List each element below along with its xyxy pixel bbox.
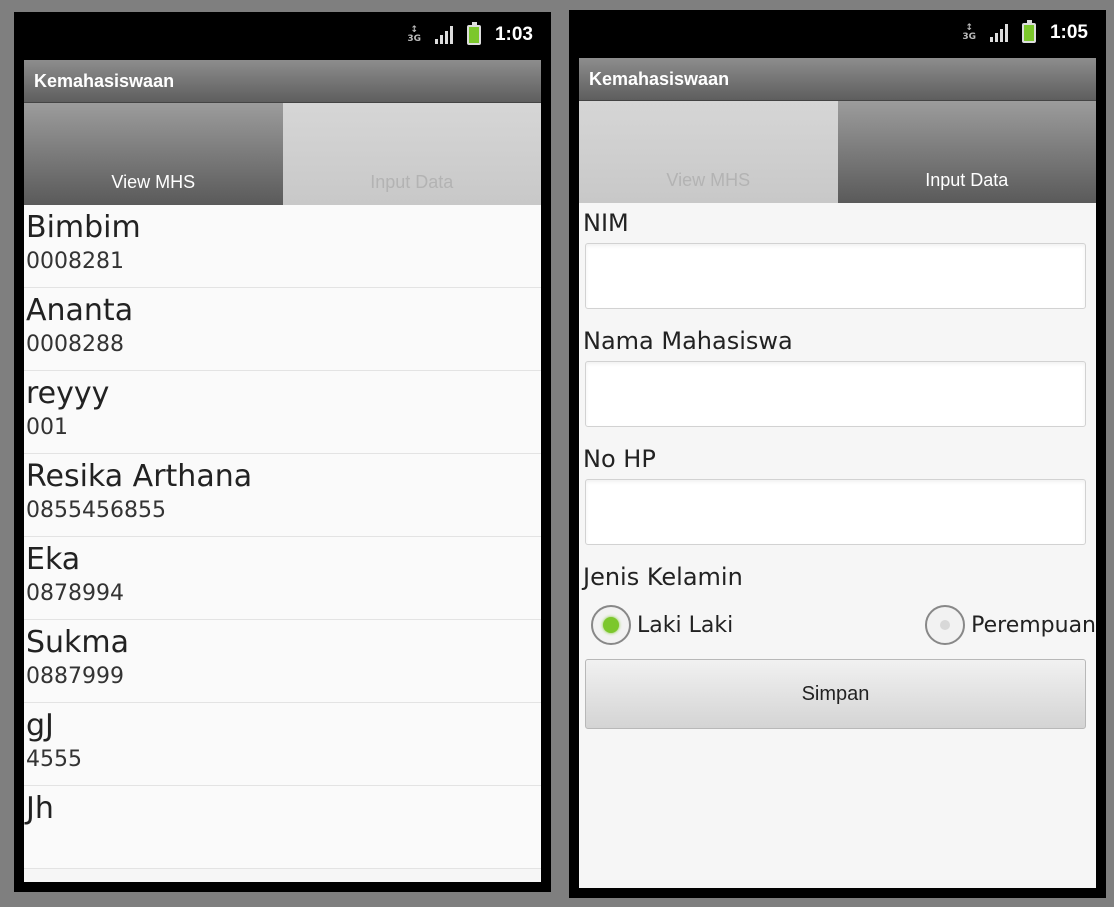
network-3g-icon: ↕ 3G [407, 25, 421, 44]
tab-view-mhs[interactable]: View MHS [579, 101, 838, 203]
screen: ↕ 3G 1:05 Kemahasiswaan View MHS Input Da… [579, 10, 1096, 888]
student-name: reyyy [26, 376, 110, 411]
screen: ↕ 3G 1:03 Kemahasiswaan View MHS Input Da… [24, 12, 541, 882]
student-nim: 001 [26, 415, 68, 440]
radio-label: Laki Laki [637, 612, 734, 638]
student-name: gJ [26, 708, 54, 743]
battery-charging-icon [466, 22, 481, 45]
list-item[interactable]: Eka 0878994 [24, 537, 541, 620]
phone-input-data: ↕ 3G 1:05 Kemahasiswaan View MHS Input Da… [569, 10, 1106, 898]
gender-label: Jenis Kelamin [583, 563, 743, 591]
radio-selected-icon[interactable] [591, 605, 631, 645]
radio-laki-laki[interactable]: Laki Laki [591, 605, 733, 645]
student-name: Sukma [26, 625, 130, 660]
student-name: Eka [26, 542, 81, 577]
signal-strength-icon [434, 26, 453, 44]
phone-view-mhs: ↕ 3G 1:03 Kemahasiswaan View MHS Input Da… [14, 12, 551, 892]
list-item[interactable]: Jh [24, 786, 541, 869]
student-name: Bimbim [26, 210, 141, 245]
tab-view-mhs[interactable]: View MHS [24, 103, 283, 205]
signal-strength-icon [989, 24, 1008, 42]
student-name: Resika Arthana [26, 459, 253, 494]
student-name: Jh [26, 791, 54, 826]
student-list: Bimbim 0008281 Ananta 0008288 reyyy 001 … [24, 205, 541, 869]
tab-bar: View MHS Input Data [579, 101, 1096, 203]
student-nim: 0878994 [26, 581, 124, 606]
list-item[interactable]: reyyy 001 [24, 371, 541, 454]
student-name: Ananta [26, 293, 134, 328]
battery-charging-icon [1021, 20, 1036, 43]
student-nim: 0008281 [26, 249, 124, 274]
list-item[interactable]: Bimbim 0008281 [24, 205, 541, 288]
hp-label: No HP [583, 445, 656, 473]
list-item[interactable]: Sukma 0887999 [24, 620, 541, 703]
network-3g-icon: ↕ 3G [962, 23, 976, 42]
status-bar: ↕ 3G 1:05 [579, 10, 1096, 58]
list-item[interactable]: Resika Arthana 0855456855 [24, 454, 541, 537]
app-title: Kemahasiswaan [24, 60, 541, 103]
radio-label: Perempuan [971, 612, 1096, 638]
nim-label: NIM [583, 209, 629, 237]
nama-label: Nama Mahasiswa [583, 327, 793, 355]
list-item[interactable]: Ananta 0008288 [24, 288, 541, 371]
input-form: NIM Nama Mahasiswa No HP Jenis Kelamin L… [579, 203, 1096, 729]
simpan-button[interactable]: Simpan [585, 659, 1086, 729]
nama-field[interactable] [585, 361, 1086, 427]
hp-field[interactable] [585, 479, 1086, 545]
status-time: 1:03 [494, 24, 533, 45]
nim-field[interactable] [585, 243, 1086, 309]
radio-unselected-icon[interactable] [925, 605, 966, 645]
app-title: Kemahasiswaan [579, 58, 1096, 101]
tab-bar: View MHS Input Data [24, 103, 541, 205]
tab-input-data[interactable]: Input Data [837, 101, 1096, 203]
gender-radio-group: Laki Laki Perempuan [583, 605, 1096, 645]
student-nim: 4555 [26, 747, 82, 772]
list-item[interactable]: gJ 4555 [24, 703, 541, 786]
status-bar: ↕ 3G 1:03 [24, 12, 541, 60]
student-nim: 0008288 [26, 332, 124, 357]
tab-input-data[interactable]: Input Data [282, 103, 541, 205]
student-nim: 0855456855 [26, 498, 166, 523]
student-nim: 0887999 [26, 664, 124, 689]
radio-perempuan[interactable]: Perempuan [925, 605, 1096, 645]
status-time: 1:05 [1049, 22, 1088, 43]
